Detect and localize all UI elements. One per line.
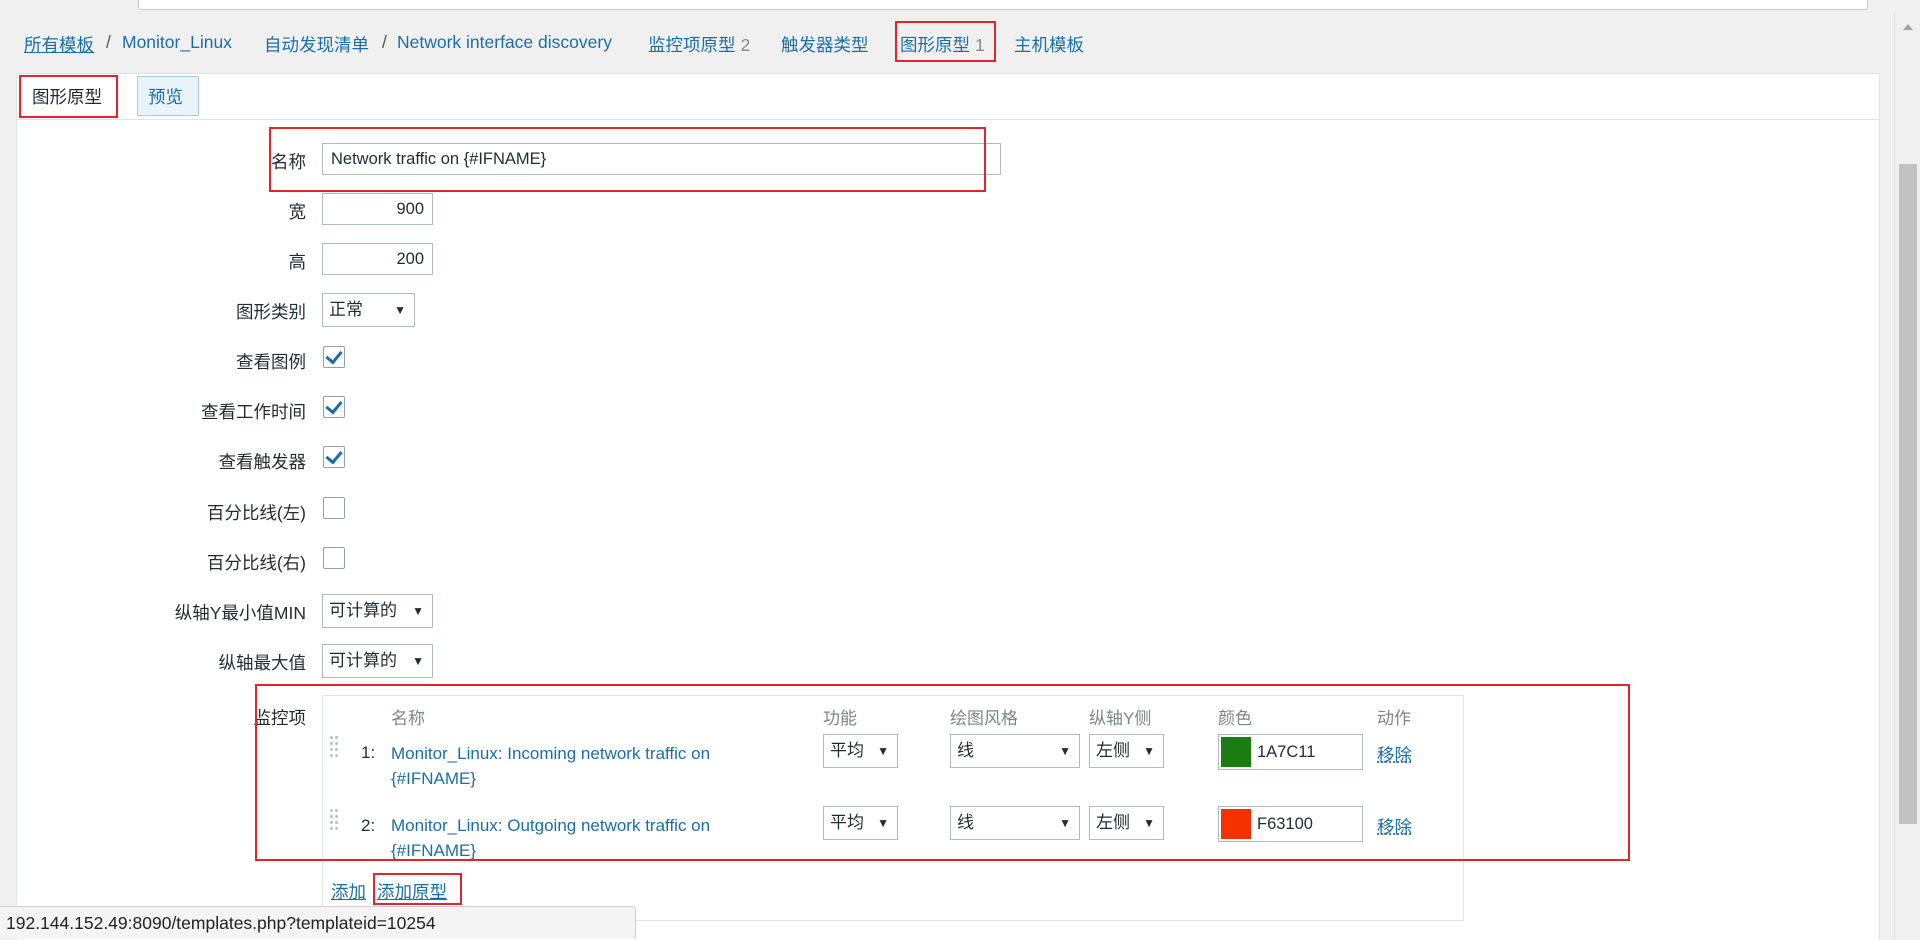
highlight-box-name (269, 127, 986, 192)
scroll-up-icon[interactable] (1903, 24, 1913, 30)
breadcrumb-all-templates[interactable]: 所有模板 (24, 32, 94, 57)
dropdown-arrow-icon: ▼ (412, 604, 424, 618)
browser-address-area (138, 0, 1868, 10)
percentile-left-label: 百分比线(左) (206, 503, 306, 523)
graph-type-label: 图形类别 (236, 302, 306, 322)
ymax-label: 纵轴最大值 (218, 653, 307, 673)
width-field[interactable]: 900 (322, 193, 433, 225)
ymin-select[interactable]: 可计算的 ▼ (322, 594, 433, 628)
checkmark-icon (325, 396, 343, 415)
percentile-left-checkbox[interactable] (323, 497, 345, 519)
tab-preview[interactable]: 预览 (137, 76, 199, 116)
show-triggers-row: 查看触发器 (0, 441, 1100, 479)
browser-top-strip (0, 0, 1920, 14)
show-legend-label: 查看图例 (236, 352, 306, 372)
breadcrumb-discovery-list[interactable]: 自动发现清单 (264, 32, 369, 57)
height-label: 高 (288, 252, 307, 272)
ymin-row: 纵轴Y最小值MIN 可计算的 ▼ (0, 592, 1100, 630)
ymin-label: 纵轴Y最小值MIN (174, 603, 306, 623)
show-triggers-checkbox[interactable] (323, 446, 345, 468)
ymax-row: 纵轴最大值 可计算的 ▼ (0, 642, 1100, 680)
percentile-right-label: 百分比线(右) (206, 553, 306, 573)
checkmark-icon (325, 446, 343, 465)
highlight-box-add-prototype (373, 873, 462, 905)
ymax-value: 可计算的 (329, 651, 397, 670)
show-legend-checkbox[interactable] (323, 346, 345, 368)
tab-divider (17, 119, 1879, 120)
breadcrumb-separator: / (106, 32, 111, 52)
show-legend-row: 查看图例 (0, 341, 1100, 379)
checkmark-icon (325, 346, 343, 365)
nav-item-prototypes-count: 2 (740, 35, 751, 55)
graph-type-select[interactable]: 正常 ▼ (322, 293, 415, 327)
breadcrumb-discovery-rule[interactable]: Network interface discovery (397, 32, 612, 53)
ymax-select[interactable]: 可计算的 ▼ (322, 644, 433, 678)
breadcrumb-separator: / (382, 32, 387, 52)
graph-type-value: 正常 (329, 300, 363, 319)
add-item-link[interactable]: 添加 (331, 879, 366, 904)
height-row: 高 200 (0, 241, 1100, 279)
width-row: 宽 900 (0, 191, 1100, 229)
scrollbar-thumb[interactable] (1899, 164, 1917, 824)
highlight-box-items (255, 684, 1630, 861)
status-bar-url: 192.144.152.49:8090/templates.php?templa… (0, 906, 636, 939)
breadcrumb-template[interactable]: Monitor_Linux (122, 32, 232, 53)
show-working-time-row: 查看工作时间 (0, 391, 1100, 429)
highlight-box-tab (19, 75, 118, 118)
nav-trigger-types[interactable]: 触发器类型 (781, 32, 869, 57)
width-label: 宽 (288, 202, 307, 222)
dropdown-arrow-icon: ▼ (412, 654, 424, 668)
show-working-time-checkbox[interactable] (323, 396, 345, 418)
percentile-left-row: 百分比线(左) (0, 492, 1100, 530)
show-triggers-label: 查看触发器 (218, 452, 307, 472)
percentile-right-checkbox[interactable] (323, 547, 345, 569)
nav-item-prototypes-label: 监控项原型 (648, 35, 736, 55)
height-field[interactable]: 200 (322, 243, 433, 275)
vertical-scrollbar[interactable] (1894, 14, 1920, 939)
show-working-time-label: 查看工作时间 (201, 402, 306, 422)
highlight-box-graph-prototypes (895, 21, 996, 62)
nav-host-templates[interactable]: 主机模板 (1014, 32, 1084, 57)
dropdown-arrow-icon: ▼ (394, 303, 406, 317)
graph-type-row: 图形类别 正常 ▼ (0, 291, 1100, 329)
ymin-value: 可计算的 (329, 601, 397, 620)
percentile-right-row: 百分比线(右) (0, 542, 1100, 580)
nav-item-prototypes[interactable]: 监控项原型 2 (648, 32, 750, 57)
